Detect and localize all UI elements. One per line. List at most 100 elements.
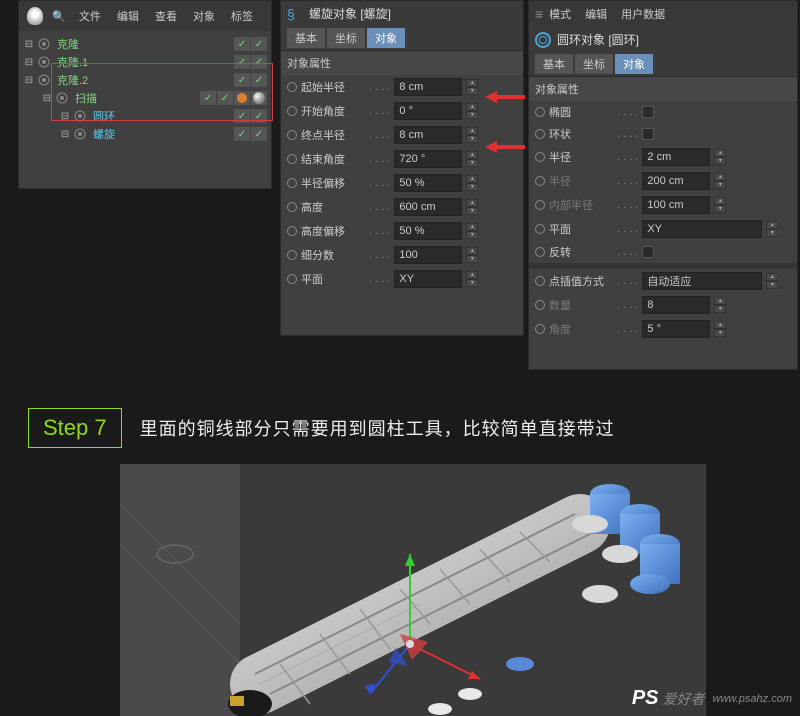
visibility-tag[interactable]: ✓ — [234, 37, 250, 51]
visibility-tag[interactable]: ✓ — [251, 73, 267, 87]
radio-icon[interactable] — [287, 130, 297, 140]
radio-icon[interactable] — [287, 274, 297, 284]
object-label[interactable]: 圆环 — [89, 108, 119, 124]
radio-icon[interactable] — [287, 106, 297, 116]
spinner[interactable]: ▴▾ — [714, 149, 726, 165]
radio-icon[interactable] — [535, 152, 545, 162]
radio-icon[interactable] — [287, 250, 297, 260]
object-label[interactable]: 克隆.2 — [53, 72, 92, 88]
radio-icon[interactable] — [287, 202, 297, 212]
spinner[interactable]: ▴▾ — [714, 321, 726, 337]
radio-icon[interactable] — [535, 200, 545, 210]
visibility-tag[interactable]: ✓ — [251, 55, 267, 69]
tab-basic[interactable]: 基本 — [287, 28, 325, 48]
menu-tags[interactable]: 标签 — [225, 8, 259, 24]
spinner[interactable]: ▴▾ — [766, 221, 778, 237]
3d-viewport[interactable] — [120, 464, 706, 716]
radio-icon[interactable] — [287, 82, 297, 92]
material-tag[interactable] — [234, 91, 250, 105]
spinner[interactable]: ▴▾ — [714, 173, 726, 189]
menu-icon[interactable]: ≡ — [535, 6, 541, 22]
radio-icon[interactable] — [535, 176, 545, 186]
spinner[interactable]: ▴▾ — [466, 175, 478, 191]
expand-icon[interactable]: ⊟ — [23, 57, 35, 68]
object-label[interactable]: 螺旋 — [89, 126, 119, 142]
property-input[interactable] — [642, 296, 710, 314]
property-input[interactable] — [642, 172, 710, 190]
property-input[interactable] — [642, 196, 710, 214]
property-input[interactable] — [394, 222, 462, 240]
property-input[interactable] — [394, 198, 462, 216]
visibility-tag[interactable]: ✓ — [234, 127, 250, 141]
expand-icon[interactable]: ⊟ — [59, 129, 71, 140]
radio-icon[interactable] — [535, 324, 545, 334]
property-input[interactable] — [642, 148, 710, 166]
tab-coord[interactable]: 坐标 — [327, 28, 365, 48]
property-input[interactable] — [642, 220, 762, 238]
property-input[interactable] — [394, 102, 462, 120]
property-input[interactable] — [394, 270, 462, 288]
property-input[interactable] — [394, 78, 462, 96]
spinner[interactable]: ▴▾ — [466, 103, 478, 119]
spinner[interactable]: ▴▾ — [466, 79, 478, 95]
checkbox[interactable] — [642, 246, 654, 258]
bulb-icon[interactable] — [25, 6, 45, 26]
visibility-tag[interactable]: ✓ — [200, 91, 216, 105]
property-input[interactable] — [642, 320, 710, 338]
property-input[interactable] — [394, 150, 462, 168]
spinner[interactable]: ▴▾ — [466, 151, 478, 167]
tab-basic2[interactable]: 基本 — [535, 54, 573, 74]
spinner[interactable]: ▴▾ — [766, 273, 778, 289]
visibility-tag[interactable]: ✓ — [234, 73, 250, 87]
object-label[interactable]: 扫描 — [71, 90, 101, 106]
radio-icon[interactable] — [287, 226, 297, 236]
property-input[interactable] — [394, 174, 462, 192]
spinner[interactable]: ▴▾ — [714, 297, 726, 313]
property-input[interactable] — [394, 246, 462, 264]
radio-icon[interactable] — [535, 224, 545, 234]
radio-icon[interactable] — [535, 300, 545, 310]
tab-coord2[interactable]: 坐标 — [575, 54, 613, 74]
visibility-tag[interactable]: ✓ — [217, 91, 233, 105]
spinner[interactable]: ▴▾ — [466, 127, 478, 143]
tree-row[interactable]: ⊟ 圆环 ✓✓ — [19, 107, 271, 125]
expand-icon[interactable]: ⊟ — [23, 75, 35, 86]
object-label[interactable]: 克隆 — [53, 36, 83, 52]
menu-file[interactable]: 文件 — [73, 8, 107, 24]
spinner[interactable]: ▴▾ — [466, 271, 478, 287]
radio-icon[interactable] — [535, 129, 545, 139]
radio-icon[interactable] — [535, 107, 545, 117]
radio-icon[interactable] — [535, 247, 545, 257]
visibility-tag[interactable]: ✓ — [251, 109, 267, 123]
visibility-tag[interactable]: ✓ — [251, 37, 267, 51]
expand-icon[interactable]: ⊟ — [23, 39, 35, 50]
checkbox[interactable] — [642, 128, 654, 140]
menu-object[interactable]: 对象 — [187, 8, 221, 24]
material-tag[interactable] — [251, 91, 267, 105]
tab-object2[interactable]: 对象 — [615, 54, 653, 74]
menu-userdata[interactable]: 用户数据 — [615, 6, 671, 22]
tree-row[interactable]: ⊟ 克隆.1 ✓✓ — [19, 53, 271, 71]
visibility-tag[interactable]: ✓ — [251, 127, 267, 141]
radio-icon[interactable] — [535, 276, 545, 286]
object-label[interactable]: 克隆.1 — [53, 54, 92, 70]
property-input[interactable] — [642, 272, 762, 290]
expand-icon[interactable]: ⊟ — [41, 93, 53, 104]
search-icon[interactable]: 🔍 — [49, 6, 69, 26]
menu-edit2[interactable]: 编辑 — [579, 6, 613, 22]
spinner[interactable]: ▴▾ — [714, 197, 726, 213]
tab-object[interactable]: 对象 — [367, 28, 405, 48]
radio-icon[interactable] — [287, 154, 297, 164]
visibility-tag[interactable]: ✓ — [234, 55, 250, 69]
expand-icon[interactable]: ⊟ — [59, 111, 71, 122]
spinner[interactable]: ▴▾ — [466, 199, 478, 215]
tree-row[interactable]: ⊟ 克隆 ✓✓ — [19, 35, 271, 53]
tree-row[interactable]: ⊟ 螺旋 ✓✓ — [19, 125, 271, 143]
spinner[interactable]: ▴▾ — [466, 223, 478, 239]
property-input[interactable] — [394, 126, 462, 144]
checkbox[interactable] — [642, 106, 654, 118]
menu-mode[interactable]: 模式 — [543, 6, 577, 22]
visibility-tag[interactable]: ✓ — [234, 109, 250, 123]
tree-row[interactable]: ⊟ 扫描 ✓✓ — [19, 89, 271, 107]
menu-view[interactable]: 查看 — [149, 8, 183, 24]
